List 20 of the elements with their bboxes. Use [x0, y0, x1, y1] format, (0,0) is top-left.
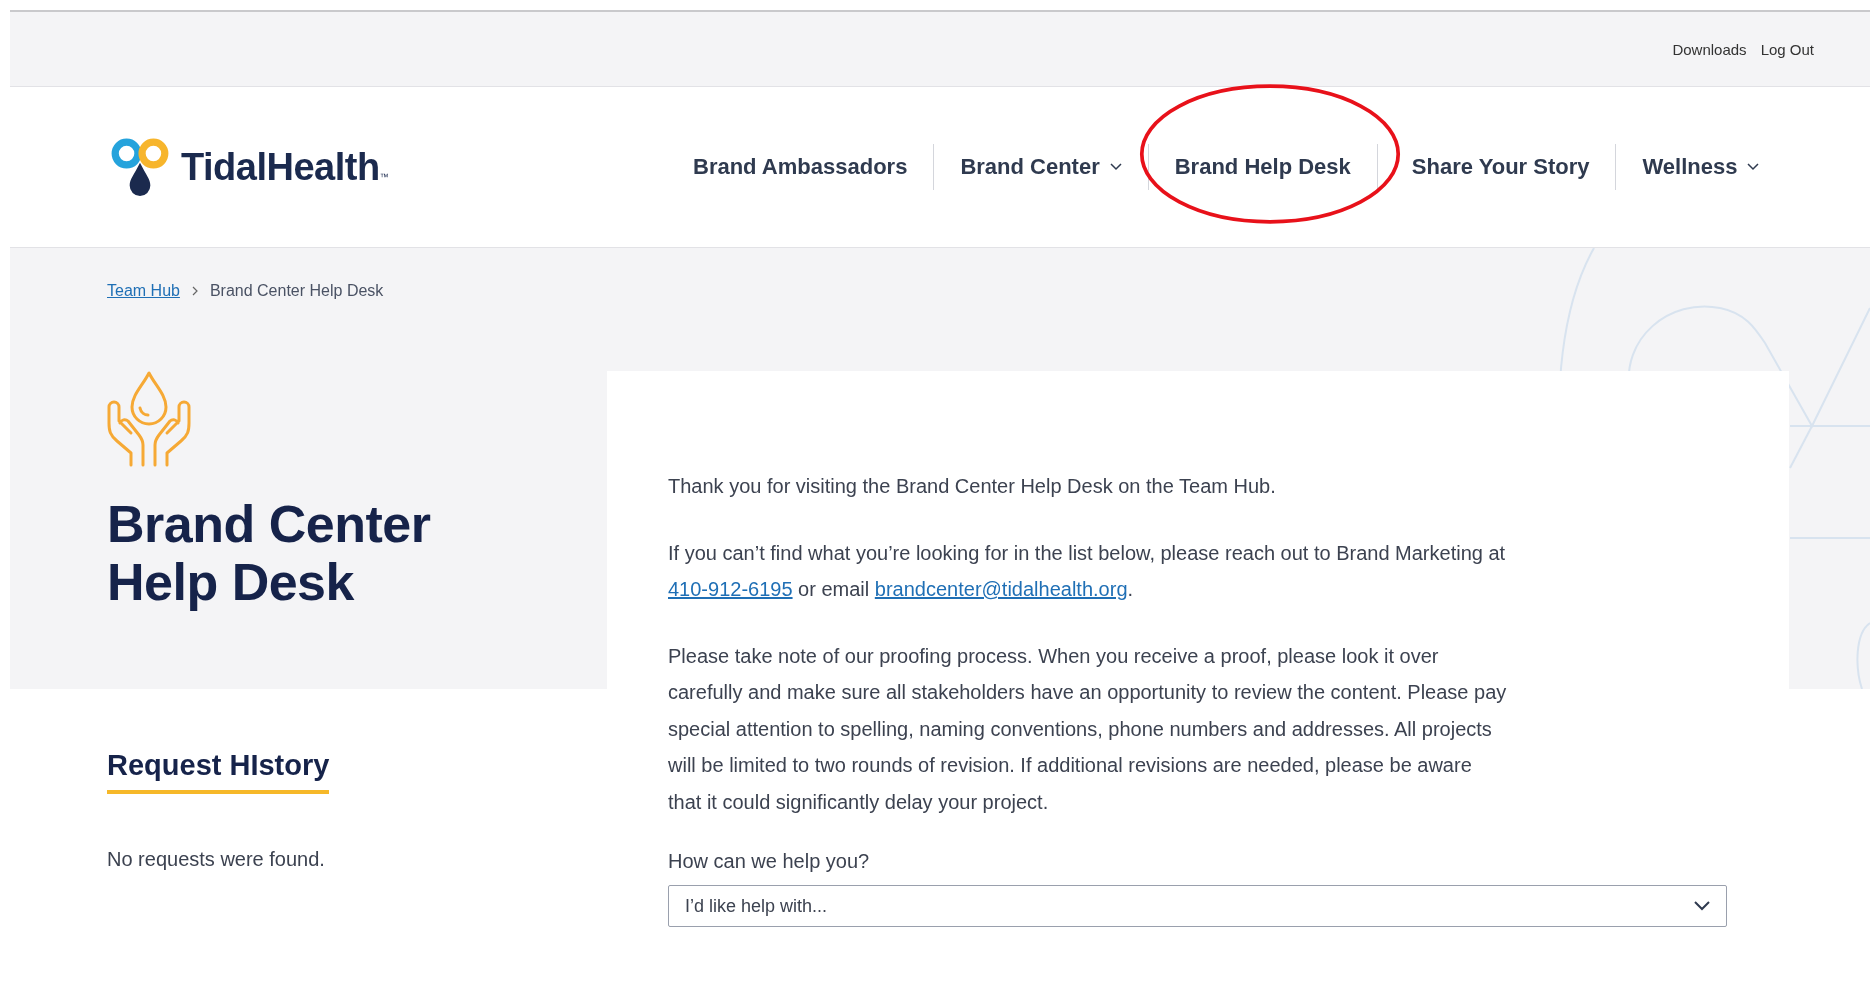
- nav-link[interactable]: Brand Ambassadors: [667, 154, 934, 180]
- contact-text: If you can’t find what you’re looking for in the list below, please reach out to Brand Marketing at 410-912-6195 or email brandcenter@tidalhealth.org.: [668, 540, 1507, 602]
- breadcrumb-link[interactable]: Team Hub: [107, 282, 180, 300]
- breadcrumb-current: Brand Center Help Desk: [209, 282, 384, 300]
- field-label: How can we help you?: [668, 850, 871, 873]
- nav-link[interactable]: Brand Center: [934, 154, 1148, 180]
- utility-link[interactable]: Log Out: [1760, 40, 1814, 58]
- empty-message: No requests were found.: [107, 848, 325, 871]
- email-link[interactable]: brandcenter@tidalhealth.org: [874, 578, 1128, 600]
- phone-link[interactable]: 410-912-6195: [668, 578, 793, 600]
- intro-text: Thank you for visiting the Brand Center Help Desk on the Team Hub.: [668, 474, 1277, 499]
- page-title: Brand Center Help Desk: [107, 495, 432, 611]
- help-topic-dropdown[interactable]: I’d like help with...: [668, 885, 1727, 927]
- section-heading: Request HIstory: [107, 749, 330, 794]
- nav-link[interactable]: Wellness: [1616, 154, 1786, 180]
- proofing-text: Please take note of our proofing process. When you receive a proof, please look it over carefully and make sure all stakeholders have an opportunity to review the content. Please pay special attention to spelling, naming conventions, phone numbers and addresses. All projects will be limited to two rounds of revision. If additional revisions are needed, please be aware that it could significantly delay your project.: [668, 643, 1508, 815]
- logo-wordmark[interactable]: TidalHealth™: [181, 145, 389, 189]
- nav-link[interactable]: Brand Help Desk: [1148, 154, 1377, 180]
- utility-link[interactable]: Downloads: [1672, 40, 1747, 58]
- nav-link[interactable]: Share Your Story: [1377, 154, 1616, 180]
